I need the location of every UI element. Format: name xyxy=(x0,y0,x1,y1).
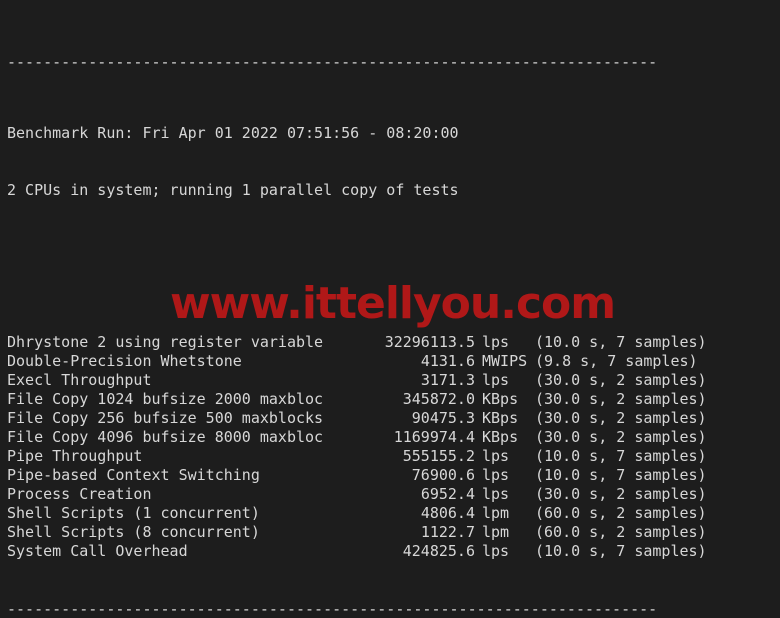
benchmark-unit: lps xyxy=(482,333,510,351)
benchmark-timing: (30.0 s, 2 samples) xyxy=(535,409,707,427)
separator-rule-top: ----------------------------------------… xyxy=(7,57,658,67)
benchmark-name: Shell Scripts (1 concurrent) xyxy=(7,504,260,522)
benchmark-value: 90475.3 xyxy=(411,409,475,427)
benchmark-value: 3171.3 xyxy=(420,371,475,389)
benchmark-name: Shell Scripts (8 concurrent) xyxy=(7,523,260,541)
benchmark-timing: (30.0 s, 2 samples) xyxy=(535,371,707,389)
benchmark-name: Pipe Throughput xyxy=(7,447,143,465)
benchmark-value: 4131.6 xyxy=(420,352,475,370)
benchmark-result-row: Shell Scripts (8 concurrent) 1122.7 lpm (60… xyxy=(7,523,780,542)
benchmark-unit: lps xyxy=(482,371,510,389)
benchmark-result-row: Double-Precision Whetstone 4131.6 MWIPS (9.… xyxy=(7,352,780,371)
benchmark-timing: (30.0 s, 2 samples) xyxy=(535,485,707,503)
terminal-window: ----------------------------------------… xyxy=(0,0,780,618)
benchmark-result-row: Pipe Throughput 555155.2 lps (10.0 s, 7 sam… xyxy=(7,447,780,466)
benchmark-run-line: Benchmark Run: Fri Apr 01 2022 07:51:56 … xyxy=(7,124,459,142)
benchmark-unit: lps xyxy=(482,447,510,465)
benchmark-name: Process Creation xyxy=(7,485,152,503)
benchmark-name: File Copy 4096 bufsize 8000 maxblocks xyxy=(7,428,323,446)
benchmark-name: Dhrystone 2 using register variables xyxy=(7,333,323,351)
benchmark-timing: (30.0 s, 2 samples) xyxy=(535,390,707,408)
benchmark-unit: lps xyxy=(482,542,510,560)
benchmark-value: 345872.0 xyxy=(402,390,475,408)
benchmark-value: 555155.2 xyxy=(402,447,475,465)
benchmark-timing: (30.0 s, 2 samples) xyxy=(535,428,707,446)
benchmark-name: System Call Overhead xyxy=(7,542,188,560)
benchmark-unit: lps xyxy=(482,466,510,484)
benchmark-result-row: File Copy 1024 bufsize 2000 maxblocks 345… xyxy=(7,390,780,409)
benchmark-unit: lps xyxy=(482,485,510,503)
benchmark-timing: (60.0 s, 2 samples) xyxy=(535,504,707,522)
benchmark-name: File Copy 256 bufsize 500 maxblocks xyxy=(7,409,323,427)
benchmark-result-row: Shell Scripts (1 concurrent) 4806.4 lpm (60… xyxy=(7,504,780,523)
benchmark-value: 4806.4 xyxy=(420,504,475,522)
benchmark-timing: (10.0 s, 7 samples) xyxy=(535,333,707,351)
benchmark-unit: KBps xyxy=(482,390,519,408)
benchmark-result-row: Dhrystone 2 using register variables 3229… xyxy=(7,333,780,352)
benchmark-timing: (10.0 s, 7 samples) xyxy=(535,466,707,484)
benchmark-timing: (10.0 s, 7 samples) xyxy=(535,447,707,465)
benchmark-result-row: Pipe-based Context Switching 76900.6 lps (1… xyxy=(7,466,780,485)
benchmark-name: Double-Precision Whetstone xyxy=(7,352,242,370)
benchmark-name: Pipe-based Context Switching xyxy=(7,466,260,484)
benchmark-value: 424825.6 xyxy=(402,542,475,560)
benchmark-timing: (60.0 s, 2 samples) xyxy=(535,523,707,541)
cpu-info-line: 2 CPUs in system; running 1 parallel cop… xyxy=(7,181,459,199)
benchmark-timing: (9.8 s, 7 samples) xyxy=(535,352,698,370)
benchmark-unit: KBps xyxy=(482,409,519,427)
benchmark-results-list: Dhrystone 2 using register variables 3229… xyxy=(7,333,780,561)
separator-rule-bottom: ----------------------------------------… xyxy=(7,600,658,618)
benchmark-result-row: File Copy 4096 bufsize 8000 maxblocks 116… xyxy=(7,428,780,447)
benchmark-result-row: File Copy 256 bufsize 500 maxblocks 90475… xyxy=(7,409,780,428)
benchmark-unit: lpm xyxy=(482,504,510,522)
site-watermark: www.ittellyou.com xyxy=(170,278,616,329)
benchmark-result-row: Process Creation 6952.4 lps (30.0 s, 2 samp… xyxy=(7,485,780,504)
benchmark-name: File Copy 1024 bufsize 2000 maxblocks xyxy=(7,390,323,408)
benchmark-timing: (10.0 s, 7 samples) xyxy=(535,542,707,560)
benchmark-result-row: Execl Throughput 3171.3 lps (30.0 s, 2 samp… xyxy=(7,371,780,390)
benchmark-value: 32296113.5 xyxy=(384,333,475,351)
benchmark-value: 1169974.4 xyxy=(393,428,475,446)
benchmark-unit: lpm xyxy=(482,523,510,541)
benchmark-unit: KBps xyxy=(482,428,519,446)
benchmark-value: 1122.7 xyxy=(420,523,475,541)
benchmark-value: 6952.4 xyxy=(420,485,475,503)
benchmark-unit: MWIPS xyxy=(482,352,528,370)
benchmark-result-row: System Call Overhead 424825.6 lps (10.0 s, … xyxy=(7,542,780,561)
benchmark-value: 76900.6 xyxy=(411,466,475,484)
benchmark-name: Execl Throughput xyxy=(7,371,152,389)
